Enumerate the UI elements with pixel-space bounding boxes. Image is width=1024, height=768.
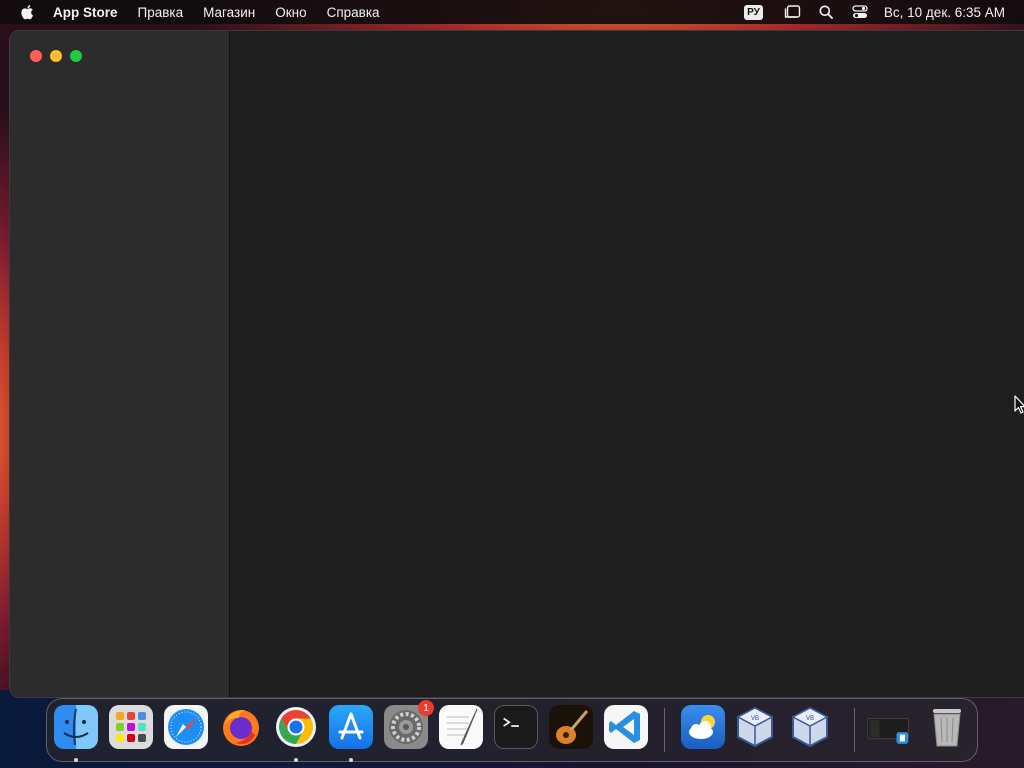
dock-trash[interactable]: [925, 705, 969, 749]
running-indicator-finder: [74, 758, 78, 762]
menu-app-name[interactable]: App Store: [53, 5, 118, 20]
close-window-button[interactable]: [30, 50, 42, 62]
virtualbox-icon: VB: [736, 706, 774, 748]
safari-icon: [168, 709, 204, 745]
finder-icon: [63, 708, 89, 746]
running-indicator-chrome: [294, 758, 298, 762]
trash-icon: [933, 709, 961, 747]
firefox-icon: [223, 710, 259, 746]
chrome-icon: [276, 707, 316, 747]
notification-badge: 1: [418, 700, 434, 716]
apple-menu-icon[interactable]: [20, 4, 34, 20]
dock-minimized-window[interactable]: [866, 705, 910, 749]
search-icon[interactable]: [819, 5, 833, 19]
control-center-icon[interactable]: [852, 5, 868, 19]
dock-virtualbox[interactable]: VB: [733, 705, 777, 749]
dock-launchpad[interactable]: [109, 705, 153, 749]
dock-terminal[interactable]: [494, 705, 538, 749]
dock-finder[interactable]: [54, 705, 98, 749]
app-store-window: [9, 30, 1024, 698]
menu-help[interactable]: Справка: [327, 5, 380, 20]
stage-manager-icon[interactable]: [783, 5, 801, 19]
window-content-area: [231, 31, 1024, 697]
dock-garageband[interactable]: [549, 705, 593, 749]
terminal-icon: [503, 717, 519, 727]
dock-safari[interactable]: [164, 705, 208, 749]
window-thumbnail-icon: [867, 718, 909, 744]
menu-store[interactable]: Магазин: [203, 5, 255, 20]
vscode-icon: [609, 711, 640, 743]
menu-bar: App Store Правка Магазин Окно Справка РУ…: [0, 0, 1024, 24]
weather-icon: [689, 715, 715, 739]
dock-textedit[interactable]: [439, 705, 483, 749]
svg-text:VB: VB: [806, 716, 814, 722]
menu-bar-status-area: РУ Вс, 10 дек. 6:35 AM: [744, 0, 1024, 24]
minimize-window-button[interactable]: [50, 50, 62, 62]
menu-edit[interactable]: Правка: [138, 5, 184, 20]
window-sidebar: [10, 31, 230, 697]
maximize-window-button[interactable]: [70, 50, 82, 62]
dock-chrome[interactable]: [274, 705, 318, 749]
dock-virtualbox-2[interactable]: VB: [788, 705, 832, 749]
dock-system-settings[interactable]: 1: [384, 700, 434, 749]
menu-window[interactable]: Окно: [275, 5, 306, 20]
guitar-icon: [556, 710, 589, 744]
dock-separator: [854, 708, 855, 752]
mouse-cursor: [1014, 395, 1024, 420]
virtualbox-icon: VB: [791, 706, 829, 748]
dock-firefox[interactable]: [219, 705, 263, 749]
svg-text:VB: VB: [751, 716, 759, 722]
textedit-icon: [447, 708, 478, 746]
app-store-icon: [338, 712, 364, 740]
dock-app-store[interactable]: [329, 705, 373, 749]
dock-separator: [664, 708, 665, 752]
dock-weather[interactable]: [681, 705, 725, 749]
dock-vscode[interactable]: [604, 705, 648, 749]
keyboard-layout-indicator[interactable]: РУ: [744, 4, 763, 20]
menu-bar-clock[interactable]: Вс, 10 дек. 6:35 AM: [884, 5, 1005, 20]
running-indicator-app-store: [349, 758, 353, 762]
launchpad-icon: [116, 712, 146, 742]
